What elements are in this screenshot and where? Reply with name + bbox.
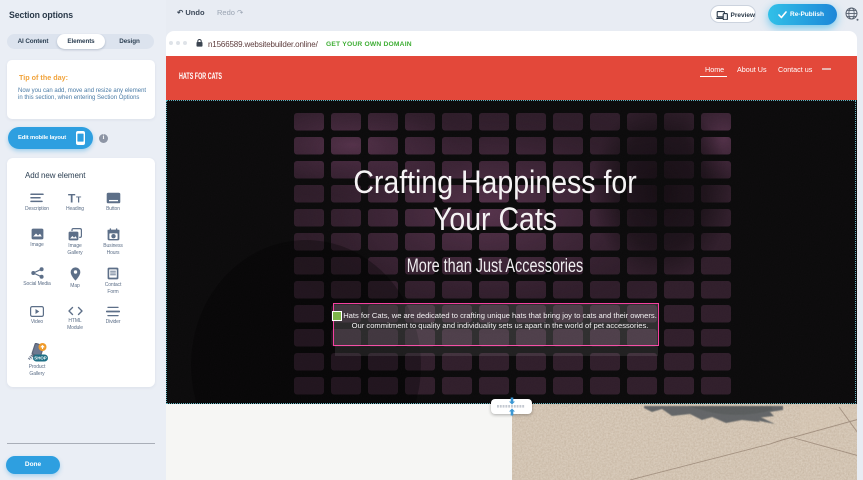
svg-text:T: T bbox=[76, 195, 82, 205]
svg-text:SHOP: SHOP bbox=[34, 356, 47, 361]
svg-text:T: T bbox=[68, 192, 76, 204]
